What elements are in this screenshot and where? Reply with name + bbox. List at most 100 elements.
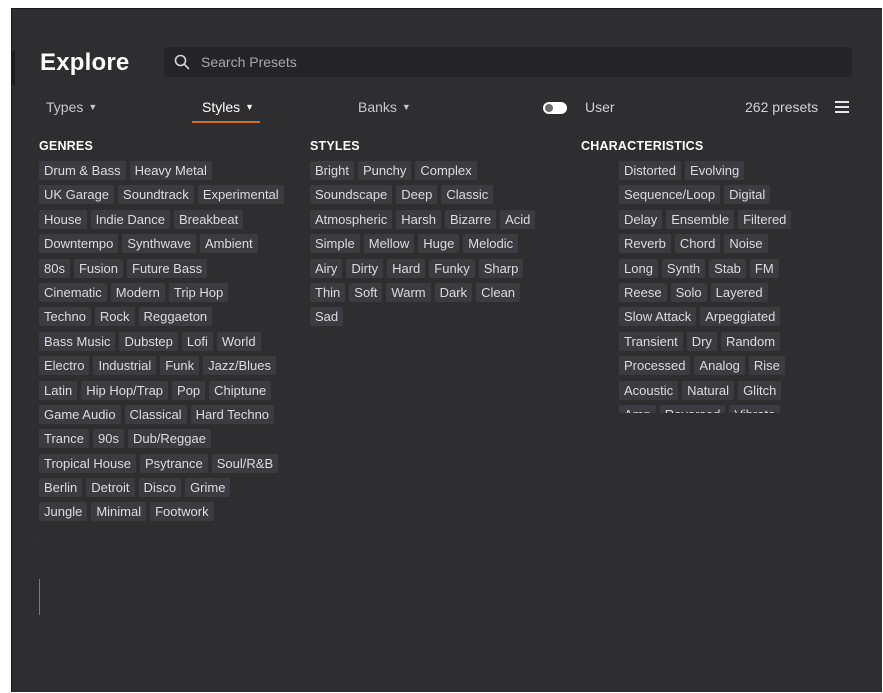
filter-tag[interactable]: Latin xyxy=(39,380,78,400)
filter-tag[interactable]: Chord xyxy=(674,234,721,254)
filter-tag[interactable]: Soft xyxy=(349,282,383,302)
filter-tag[interactable]: Sequence/Loop xyxy=(619,185,721,205)
filter-tag[interactable]: Trance xyxy=(39,429,89,449)
filter-tag[interactable]: Future Bass xyxy=(127,258,208,278)
filter-tag[interactable]: Amp xyxy=(619,404,656,413)
filter-tag[interactable]: Noise xyxy=(724,234,768,254)
filter-tag[interactable]: Natural xyxy=(682,380,735,400)
filter-tag[interactable]: Bright xyxy=(310,161,354,180)
filter-tag[interactable]: Classic xyxy=(441,185,494,205)
filter-tag[interactable]: Drum & Bass xyxy=(39,161,126,180)
filter-tag[interactable]: Reese xyxy=(619,282,667,302)
filter-tag[interactable]: Long xyxy=(619,258,658,278)
filter-tag[interactable]: Pop xyxy=(172,380,206,400)
filter-tag[interactable]: Bass Music xyxy=(39,331,116,351)
filter-tag[interactable]: Reversed xyxy=(659,404,726,413)
filter-tag[interactable]: Soundscape xyxy=(310,185,393,205)
filter-tag[interactable]: Grime xyxy=(185,478,231,498)
filter-tag[interactable]: Experimental xyxy=(197,185,284,205)
filter-tag[interactable]: Dubstep xyxy=(119,331,178,351)
filter-tag[interactable]: Rise xyxy=(748,356,785,376)
filter-tag[interactable]: Hard xyxy=(387,258,426,278)
filter-tag[interactable]: Airy xyxy=(310,258,343,278)
filter-tag[interactable]: Dry xyxy=(686,331,717,351)
filter-tag[interactable]: Fusion xyxy=(73,258,123,278)
filter-tag[interactable]: Hip Hop/Trap xyxy=(81,380,169,400)
filter-tag[interactable]: Downtempo xyxy=(39,234,119,254)
filter-tag[interactable]: Reggaeton xyxy=(138,307,213,327)
filter-tag[interactable]: Slow Attack xyxy=(619,307,697,327)
filter-tag[interactable]: Evolving xyxy=(685,161,745,180)
search-input[interactable]: Search Presets xyxy=(164,47,852,77)
filter-tag[interactable]: Soundtrack xyxy=(118,185,194,205)
filter-tag[interactable]: World xyxy=(216,331,261,351)
filter-tag[interactable]: Game Audio xyxy=(39,404,121,424)
filter-tag[interactable]: Filtered xyxy=(738,209,792,229)
filter-tag[interactable]: Ensemble xyxy=(666,209,735,229)
filter-tag[interactable]: 80s xyxy=(39,258,70,278)
menu-icon[interactable] xyxy=(835,101,849,113)
filter-tag[interactable]: UK Garage xyxy=(39,185,115,205)
filter-tag[interactable]: Berlin xyxy=(39,478,83,498)
filter-tag[interactable]: Modern xyxy=(110,282,165,302)
filter-tag[interactable]: Simple xyxy=(310,234,360,254)
types-dropdown[interactable]: Types ▼ xyxy=(46,99,97,115)
filter-tag[interactable]: Funky xyxy=(429,258,475,278)
filter-tag[interactable]: Rock xyxy=(94,307,135,327)
filter-tag[interactable]: House xyxy=(39,209,87,229)
filter-tag[interactable]: Hard Techno xyxy=(190,404,275,424)
styles-dropdown[interactable]: Styles ▼ xyxy=(202,99,254,115)
filter-tag[interactable]: Harsh xyxy=(396,209,441,229)
filter-tag[interactable]: Breakbeat xyxy=(173,209,244,229)
filter-tag[interactable]: Melodic xyxy=(463,234,519,254)
filter-tag[interactable]: Complex xyxy=(415,161,477,180)
filter-tag[interactable]: Acoustic xyxy=(619,380,679,400)
filter-tag[interactable]: Ambient xyxy=(199,234,258,254)
filter-tag[interactable]: Mellow xyxy=(363,234,415,254)
filter-tag[interactable]: Trip Hop xyxy=(168,282,229,302)
filter-tag[interactable]: Chiptune xyxy=(209,380,272,400)
filter-tag[interactable]: Atmospheric xyxy=(310,209,393,229)
filter-tag[interactable]: Reverb xyxy=(619,234,671,254)
filter-tag[interactable]: Stab xyxy=(709,258,746,278)
filter-tag[interactable]: Arpeggiated xyxy=(700,307,781,327)
filter-tag[interactable]: Bizarre xyxy=(444,209,497,229)
filter-tag[interactable]: Tropical House xyxy=(39,453,136,473)
filter-tag[interactable]: Minimal xyxy=(91,502,147,522)
filter-tag[interactable]: Dark xyxy=(434,282,473,302)
filter-tag[interactable]: Layered xyxy=(710,282,768,302)
filter-tag[interactable]: Synth xyxy=(661,258,706,278)
filter-tag[interactable]: Punchy xyxy=(357,161,412,180)
filter-tag[interactable]: Warm xyxy=(386,282,431,302)
filter-tag[interactable]: Dub/Reggae xyxy=(127,429,211,449)
filter-tag[interactable]: Footwork xyxy=(150,502,214,522)
filter-tag[interactable]: Electro xyxy=(39,356,90,376)
filter-tag[interactable]: Distorted xyxy=(619,161,682,180)
filter-tag[interactable]: FM xyxy=(749,258,779,278)
filter-tag[interactable]: Processed xyxy=(619,356,691,376)
filter-tag[interactable]: Techno xyxy=(39,307,91,327)
filter-tag[interactable]: Soul/R&B xyxy=(211,453,279,473)
banks-dropdown[interactable]: Banks ▼ xyxy=(358,99,411,115)
filter-tag[interactable]: Vibrato xyxy=(729,404,781,413)
filter-tag[interactable]: 90s xyxy=(92,429,124,449)
filter-tag[interactable]: Synthwave xyxy=(122,234,196,254)
filter-tag[interactable]: Psytrance xyxy=(139,453,208,473)
filter-tag[interactable]: Funk xyxy=(160,356,200,376)
filter-tag[interactable]: Sad xyxy=(310,307,344,327)
filter-tag[interactable]: Dirty xyxy=(346,258,384,278)
filter-tag[interactable]: Lofi xyxy=(181,331,213,351)
filter-tag[interactable]: Thin xyxy=(310,282,346,302)
filter-tag[interactable]: Analog xyxy=(694,356,745,376)
filter-tag[interactable]: Deep xyxy=(396,185,438,205)
filter-tag[interactable]: Clean xyxy=(476,282,521,302)
filter-tag[interactable]: Disco xyxy=(138,478,182,498)
filter-tag[interactable]: Jungle xyxy=(39,502,88,522)
filter-tag[interactable]: Indie Dance xyxy=(90,209,170,229)
characteristics-scroll-area[interactable]: Distorted Evolving Sequence/Loop Digital Del… xyxy=(619,161,819,413)
filter-tag[interactable]: Sharp xyxy=(478,258,524,278)
filter-tag[interactable]: Delay xyxy=(619,209,663,229)
filter-tag[interactable]: Heavy Metal xyxy=(129,161,212,180)
filter-tag[interactable]: Transient xyxy=(619,331,683,351)
filter-tag[interactable]: Huge xyxy=(418,234,460,254)
